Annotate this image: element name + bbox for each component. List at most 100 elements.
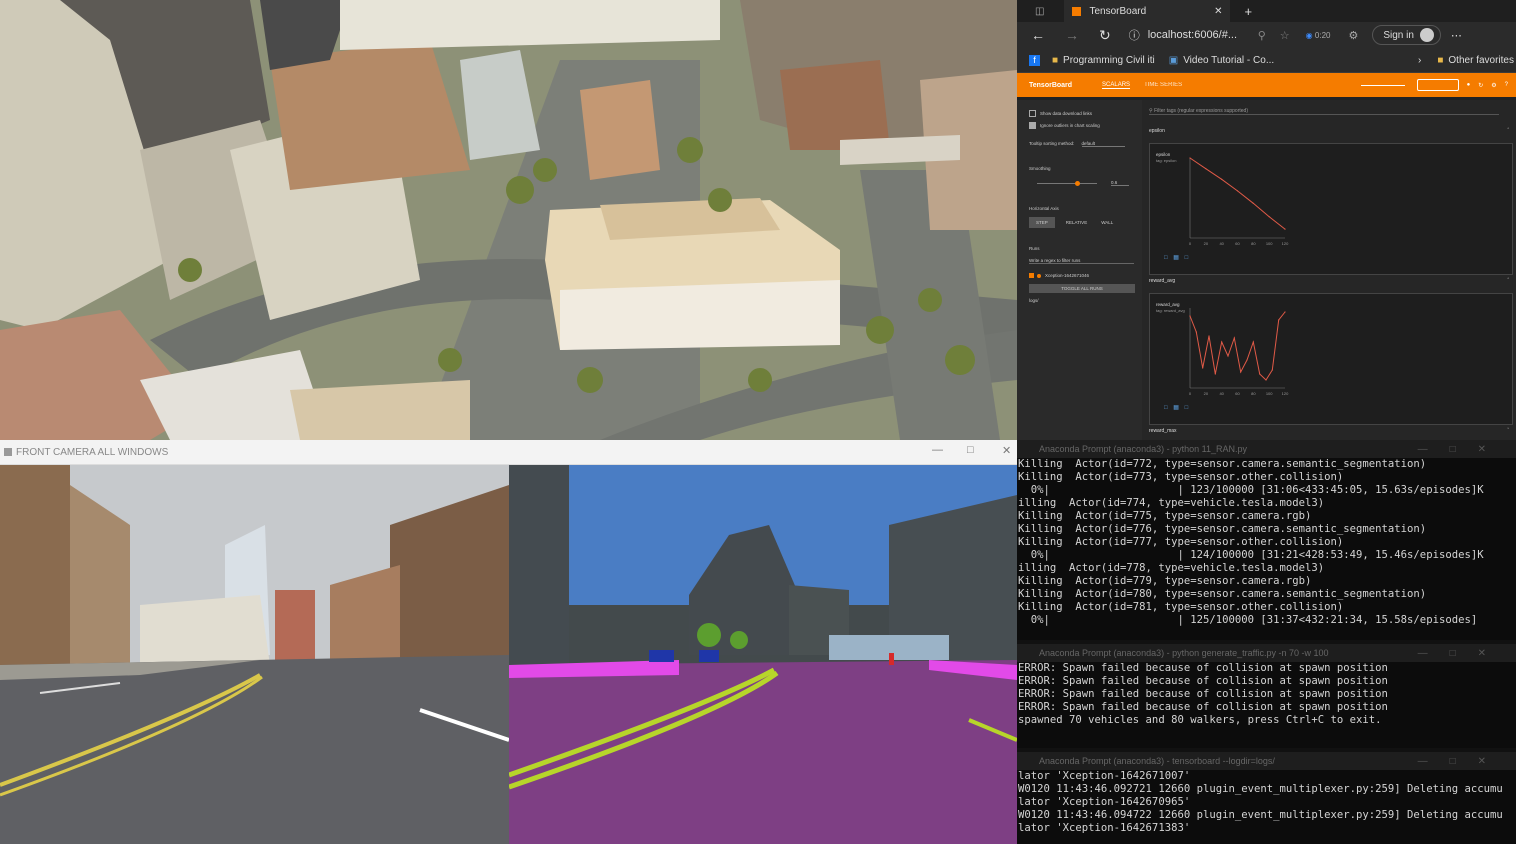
checkbox-icon bbox=[1029, 122, 1036, 129]
new-tab-icon[interactable]: + bbox=[1244, 4, 1252, 19]
axis-relative-button[interactable]: RELATIVE bbox=[1063, 217, 1090, 228]
camera-window-title: FRONT CAMERA ALL WINDOWS bbox=[16, 446, 169, 458]
log-scale-icon[interactable]: ▦ bbox=[1173, 405, 1179, 411]
smoothing-slider[interactable] bbox=[1037, 181, 1097, 186]
tensorboard-favicon bbox=[1072, 6, 1082, 16]
browser-window: ◫ TensorBoard ✕ + ← → ↻ ⓘ localhost:6006… bbox=[1017, 0, 1516, 440]
toggle-all-runs-button[interactable]: TOGGLE ALL RUNS bbox=[1029, 284, 1135, 293]
maximize-icon[interactable]: □ bbox=[967, 444, 974, 456]
terminal-line: illing Actor(id=778, type=vehicle.tesla.… bbox=[1018, 562, 1325, 574]
chevron-right-icon[interactable]: › bbox=[1418, 55, 1421, 66]
back-icon[interactable]: ← bbox=[1031, 27, 1045, 43]
run-name: Xception-1642671046 bbox=[1045, 273, 1090, 278]
tab-close-icon[interactable]: ✕ bbox=[1214, 6, 1222, 17]
tooltip-select[interactable]: default bbox=[1081, 141, 1126, 147]
folder-icon: ■ bbox=[1437, 54, 1444, 66]
settings-icon[interactable]: ⚙ bbox=[1491, 82, 1496, 89]
chart-controls: □ ▦ □ bbox=[1164, 254, 1188, 261]
browser-tab[interactable]: TensorBoard ✕ bbox=[1064, 0, 1231, 22]
zoom-icon[interactable]: ⚲ bbox=[1258, 29, 1266, 42]
site-info-icon[interactable]: ⓘ bbox=[1129, 27, 1140, 43]
terminal-line: Killing Actor(id=780, type=sensor.camera… bbox=[1018, 588, 1427, 600]
terminal-training[interactable]: Anaconda Prompt (anaconda3) - python 11_… bbox=[1017, 440, 1516, 640]
epsilon-chart-card: epsilon tag: epsilon 0 20 40 60 80 100 120 □ ▦… bbox=[1149, 143, 1513, 275]
section-reward-avg-header[interactable]: reward_avg ˆ bbox=[1149, 278, 1509, 284]
section-epsilon-header[interactable]: epsilon ˆ bbox=[1149, 128, 1509, 134]
bookmark-programming[interactable]: Programming Civil iti bbox=[1063, 55, 1155, 66]
terminal-line: Killing Actor(id=779, type=sensor.camera… bbox=[1018, 575, 1312, 587]
terminal-line: Killing Actor(id=775, type=sensor.camera… bbox=[1018, 510, 1312, 522]
download-links-checkbox[interactable]: Show data download links bbox=[1029, 110, 1092, 117]
tensorboard-header: TensorBoard SCALARS TIME SERIES ● ↻ ⚙ ? bbox=[1017, 73, 1516, 97]
tab-time-series[interactable]: TIME SERIES bbox=[1144, 82, 1182, 88]
browser-toolbar: ← → ↻ ⓘ localhost:6006/#... ⚲ ☆ ◉ 0:20 ⚙… bbox=[1017, 22, 1516, 48]
data-point bbox=[1189, 157, 1191, 159]
timer-text: 0:20 bbox=[1314, 30, 1331, 40]
terminal-traffic[interactable]: Anaconda Prompt (anaconda3) - python gen… bbox=[1017, 644, 1516, 748]
terminal-line: W0120 11:43:46.094722 12660 plugin_event… bbox=[1018, 809, 1503, 821]
data-point bbox=[1284, 228, 1286, 230]
fit-domain-icon[interactable]: □ bbox=[1185, 405, 1189, 411]
reward-avg-chart: 0 20 40 60 80 100 120 bbox=[1189, 308, 1289, 396]
segmentation-camera-feed bbox=[509, 465, 1017, 844]
more-menu-icon[interactable]: ⋯ bbox=[1451, 29, 1462, 42]
tab-scalars[interactable]: SCALARS bbox=[1102, 82, 1131, 89]
terminal-line: 0%| | 123/100000 [31:06<433:45:05, 15.63… bbox=[1018, 484, 1484, 496]
terminal-line: Killing Actor(id=777, type=sensor.other.… bbox=[1018, 536, 1344, 548]
window-menu-icon[interactable]: ◫ bbox=[1035, 6, 1044, 17]
other-favorites[interactable]: Other favorites bbox=[1448, 55, 1514, 66]
checkbox-icon bbox=[1029, 110, 1036, 117]
favorite-icon[interactable]: ☆ bbox=[1280, 29, 1290, 42]
terminal-line: Killing Actor(id=781, type=sensor.other.… bbox=[1018, 601, 1344, 613]
sign-in-button[interactable]: Sign in bbox=[1372, 25, 1441, 45]
run-color-icon bbox=[1037, 273, 1041, 278]
window-controls[interactable]: —□✕ bbox=[1418, 647, 1508, 660]
runs-filter-input[interactable]: Write a regex to filter runs bbox=[1029, 258, 1134, 264]
log-scale-icon[interactable]: ▦ bbox=[1173, 255, 1179, 261]
upload-button[interactable] bbox=[1416, 79, 1459, 91]
close-icon[interactable]: ✕ bbox=[1002, 444, 1011, 457]
bookmark-video-tutorial[interactable]: Video Tutorial - Co... bbox=[1183, 55, 1274, 66]
address-bar[interactable]: localhost:6006/#... bbox=[1148, 29, 1258, 41]
reload-icon[interactable]: ↻ bbox=[1099, 27, 1111, 44]
terminal-title: Anaconda Prompt (anaconda3) - tensorboar… bbox=[1039, 755, 1275, 766]
data-point bbox=[1227, 355, 1229, 357]
chevron-down-icon: ˇ bbox=[1507, 428, 1509, 434]
slider-thumb[interactable] bbox=[1075, 181, 1080, 186]
window-controls[interactable]: —□✕ bbox=[1418, 443, 1508, 456]
fit-domain-icon[interactable]: □ bbox=[1185, 255, 1189, 261]
section-reward-max-header[interactable]: reward_max ˇ bbox=[1149, 428, 1509, 434]
ignore-outliers-checkbox[interactable]: Ignore outliers in chart scaling bbox=[1029, 122, 1100, 129]
expand-icon[interactable]: □ bbox=[1164, 405, 1168, 411]
help-icon[interactable]: ? bbox=[1505, 82, 1508, 88]
run-row[interactable]: Xception-1642671046 bbox=[1029, 273, 1089, 278]
theme-icon[interactable]: ● bbox=[1467, 82, 1471, 88]
recording-timer: ◉ 0:20 bbox=[1306, 31, 1331, 40]
x-tick-label: 20 bbox=[1204, 241, 1209, 246]
data-point bbox=[1189, 315, 1191, 317]
extensions-icon[interactable]: ⚙ bbox=[1348, 29, 1358, 42]
data-point bbox=[1284, 311, 1286, 313]
refresh-icon[interactable]: ↻ bbox=[1478, 82, 1483, 89]
forward-icon[interactable]: → bbox=[1065, 27, 1079, 43]
window-controls[interactable]: —□✕ bbox=[1418, 755, 1508, 768]
x-tick-label: 60 bbox=[1235, 241, 1240, 246]
smoothing-value-input[interactable]: 0.6 bbox=[1111, 180, 1129, 186]
inactive-dropdown[interactable] bbox=[1360, 84, 1405, 86]
tag-filter-input[interactable]: ⚲ Filter tags (regular expressions suppo… bbox=[1149, 108, 1499, 115]
terminal-title: Anaconda Prompt (anaconda3) - python gen… bbox=[1039, 647, 1329, 658]
horizontal-axis-label: Horizontal Axis bbox=[1029, 206, 1059, 211]
terminal-tensorboard[interactable]: Anaconda Prompt (anaconda3) - tensorboar… bbox=[1017, 752, 1516, 844]
window-app-icon bbox=[4, 448, 12, 456]
expand-icon[interactable]: □ bbox=[1164, 255, 1168, 261]
chart-controls: □ ▦ □ bbox=[1164, 404, 1188, 411]
axis-step-button[interactable]: STEP bbox=[1029, 217, 1055, 228]
data-point bbox=[1268, 216, 1270, 218]
axis-wall-button[interactable]: WALL bbox=[1098, 217, 1116, 228]
facebook-icon[interactable]: f bbox=[1029, 54, 1040, 66]
runs-label: Runs bbox=[1029, 246, 1040, 251]
minimize-icon[interactable]: — bbox=[932, 444, 943, 456]
data-point bbox=[1208, 335, 1210, 337]
x-tick-label: 40 bbox=[1219, 391, 1224, 396]
x-tick-label: 100 bbox=[1266, 391, 1273, 396]
